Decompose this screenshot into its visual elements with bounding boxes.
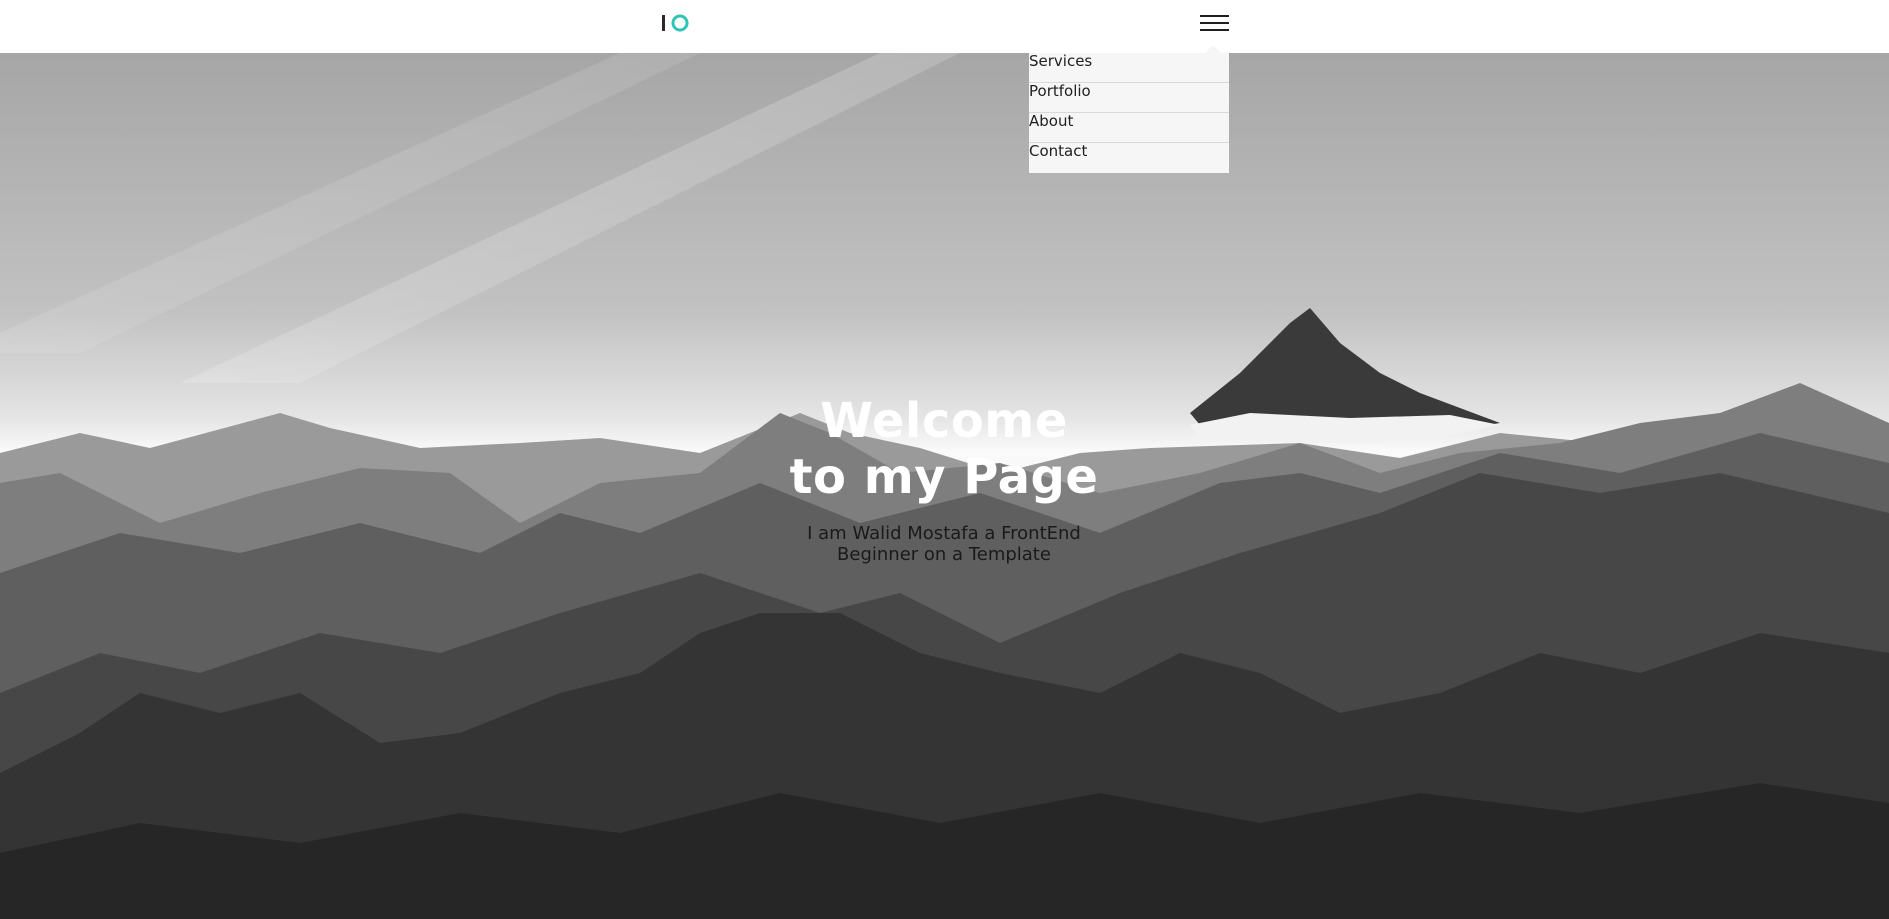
logo-icon (662, 14, 689, 32)
site-header (0, 0, 1889, 53)
page: Services Portfolio About Contact Welcome… (0, 0, 1889, 919)
menu-toggle-button[interactable] (1197, 11, 1231, 35)
nav-item-contact[interactable]: Contact (1029, 143, 1229, 173)
nav-item-portfolio[interactable]: Portfolio (1029, 83, 1229, 113)
hamburger-menu-icon (1200, 15, 1229, 17)
hero-section: Welcome to my Page I am Walid Mostafa a … (0, 53, 1889, 919)
hero-content: Welcome to my Page I am Walid Mostafa a … (694, 393, 1194, 565)
logo[interactable] (660, 11, 692, 35)
nav-item-about[interactable]: About (1029, 113, 1229, 143)
nav-item-services[interactable]: Services (1029, 53, 1229, 83)
nav-dropdown: Services Portfolio About Contact (1029, 53, 1229, 173)
hero-title: Welcome to my Page (789, 393, 1099, 505)
hero-subtitle: I am Walid Mostafa a FrontEnd Beginner o… (807, 523, 1081, 565)
dropdown-caret (1205, 45, 1221, 53)
